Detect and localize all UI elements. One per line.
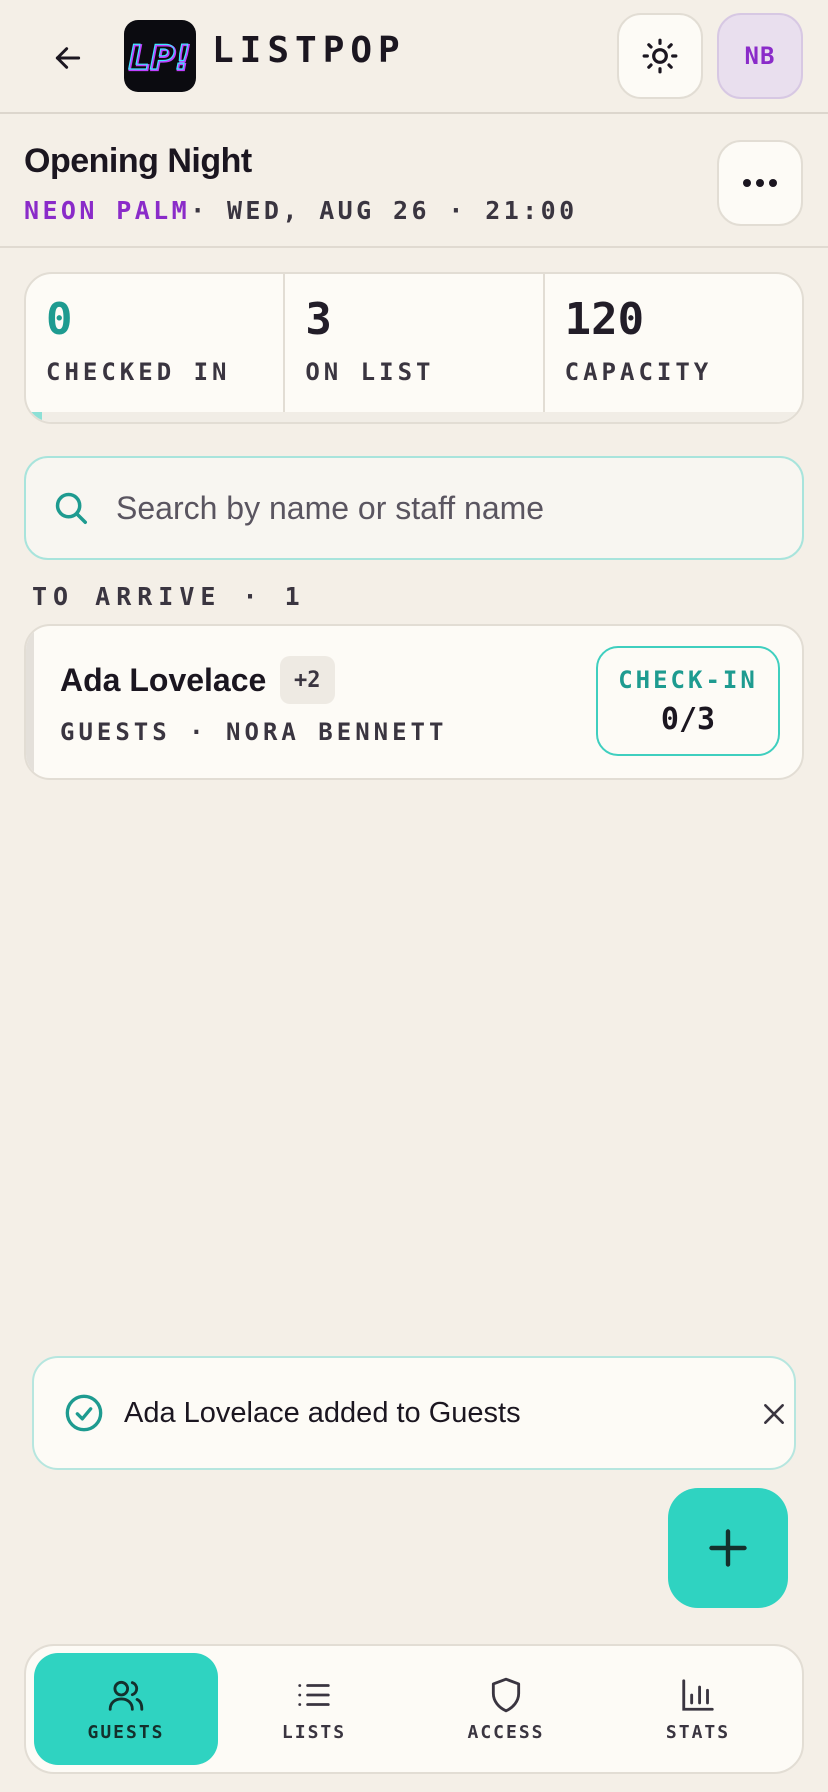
bar-chart-icon <box>682 1678 714 1711</box>
nav-label-guests: GUESTS <box>87 1721 165 1743</box>
on-list-value: 3 <box>305 294 332 345</box>
neon-logo-icon: LP! LP! <box>127 37 192 80</box>
event-meta: NEON PALM· WED, AUG 26 · 21:00 <box>24 196 578 225</box>
toast-notification: Ada Lovelace added to Guests <box>32 1356 796 1470</box>
event-venue: NEON PALM <box>24 196 191 225</box>
toast-message: Ada Lovelace added to Guests <box>124 1396 521 1429</box>
bottom-navigation: GUESTS LISTS ACCESS STATS <box>24 1644 804 1774</box>
on-list-label: ON LIST <box>305 358 435 387</box>
arrow-left-icon <box>55 47 81 69</box>
users-icon <box>108 1680 144 1711</box>
top-bar: LP! LP! LISTPOP NB <box>0 0 828 114</box>
nav-label-access: ACCESS <box>467 1721 545 1743</box>
more-horizontal-icon <box>743 179 777 187</box>
plus-icon <box>709 1529 747 1567</box>
stat-on-list: 3 ON LIST <box>283 274 542 422</box>
nav-item-guests[interactable]: GUESTS <box>34 1653 218 1765</box>
app-logo: LP! LP! <box>124 20 196 92</box>
nav-item-stats[interactable]: STATS <box>602 1653 794 1765</box>
guest-card[interactable]: Ada Lovelace +2 GUESTS · NORA BENNETT CH… <box>24 624 804 780</box>
stats-card: 0 CHECKED IN 3 ON LIST 120 CAPACITY <box>24 272 804 424</box>
checked-in-value: 0 <box>46 294 73 345</box>
sun-icon <box>642 38 678 74</box>
guest-name: Ada Lovelace <box>60 662 267 698</box>
logo-lettering-glow: LP! <box>128 38 190 78</box>
guest-meta: GUESTS · NORA BENNETT <box>60 718 448 746</box>
check-in-label: CHECK-IN <box>618 665 758 694</box>
search-icon <box>55 492 87 524</box>
toast-close-button[interactable] <box>758 1398 790 1430</box>
capacity-progress-fill <box>26 412 42 422</box>
stat-capacity: 120 CAPACITY <box>542 274 802 422</box>
to-arrive-section-label: TO ARRIVE · 1 <box>32 582 306 611</box>
capacity-progress-bar <box>26 412 802 422</box>
guest-card-accent <box>26 626 34 778</box>
check-circle-icon <box>65 1394 103 1432</box>
add-guest-button[interactable] <box>668 1488 788 1608</box>
close-icon <box>764 1404 784 1424</box>
search-input[interactable] <box>116 489 756 527</box>
back-button[interactable] <box>44 34 92 82</box>
event-schedule: · WED, AUG 26 · 21:00 <box>190 196 578 225</box>
list-icon <box>298 1683 330 1706</box>
shield-icon <box>491 1677 521 1712</box>
nav-label-lists: LISTS <box>281 1721 347 1743</box>
stat-checked-in: 0 CHECKED IN <box>26 274 283 422</box>
nav-label-stats: STATS <box>665 1721 731 1743</box>
search-box[interactable] <box>24 456 804 560</box>
event-title: Opening Night <box>24 142 252 180</box>
theme-toggle-button[interactable] <box>617 13 703 99</box>
user-avatar[interactable]: NB <box>717 13 803 99</box>
plus-ones-badge: +2 <box>280 656 335 704</box>
event-header: Opening Night NEON PALM· WED, AUG 26 · 2… <box>0 116 828 248</box>
nav-item-access[interactable]: ACCESS <box>410 1653 602 1765</box>
check-in-count: 0/3 <box>660 701 716 737</box>
checked-in-label: CHECKED IN <box>46 358 231 387</box>
brand-name: LISTPOP <box>212 30 406 71</box>
more-options-button[interactable] <box>717 140 803 226</box>
nav-item-lists[interactable]: LISTS <box>218 1653 410 1765</box>
capacity-label: CAPACITY <box>564 358 713 387</box>
capacity-value: 120 <box>564 294 645 345</box>
check-in-button[interactable]: CHECK-IN 0/3 <box>596 646 780 756</box>
